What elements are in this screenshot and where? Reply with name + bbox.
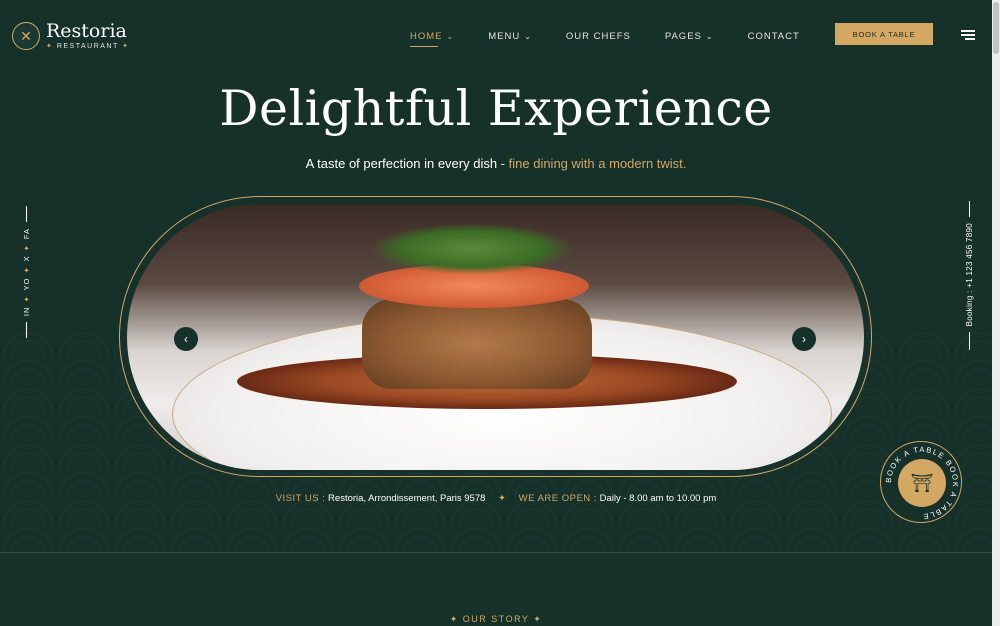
main-nav: HOME ⌄ MENU ⌄ OUR CHEFS PAGES ⌄ CONTACT: [410, 31, 800, 47]
nav-item-pages[interactable]: PAGES ⌄: [665, 31, 714, 42]
chevron-left-icon: ‹: [184, 332, 188, 346]
chevron-down-icon: ⌄: [524, 32, 532, 41]
social-link-yo[interactable]: YO: [22, 278, 31, 291]
social-links: IN ✦ YO ✦ X ✦ FA: [18, 206, 34, 339]
opening-hours: Daily - 8.00 am to 10.00 pm: [599, 493, 717, 504]
restaurant-table-icon: ⛩: [898, 459, 946, 507]
brand-subtitle: RESTAURANT: [56, 43, 119, 50]
visit-label: VISIT US :: [275, 493, 326, 504]
booking-phone: Booking : +1 123 456 7890: [961, 201, 977, 351]
contact-info-line: VISIT US : Restoria, Arrondissement, Par…: [0, 493, 992, 504]
scrollbar[interactable]: [992, 0, 1000, 626]
fork-knife-icon: ✕: [12, 22, 40, 50]
hero-food-image: [127, 204, 864, 470]
booking-phone-text[interactable]: Booking : +1 123 456 7890: [965, 223, 974, 326]
nav-item-home[interactable]: HOME ⌄: [410, 31, 455, 47]
slider-next-button[interactable]: ›: [792, 327, 816, 351]
chevron-down-icon: ⌄: [446, 32, 455, 41]
social-link-in[interactable]: IN: [22, 307, 31, 317]
social-link-x[interactable]: X: [22, 255, 31, 261]
chevron-down-icon: ⌄: [705, 32, 714, 41]
visit-address: Restoria, Arrondissement, Paris 9578: [328, 493, 486, 504]
brand-name: Restoria: [46, 20, 127, 42]
chevron-right-icon: ›: [802, 332, 806, 346]
our-story-label: ✦ OUR STORY ✦: [449, 614, 543, 624]
hero-title: Delightful Experience: [219, 80, 773, 137]
scrollbar-thumb[interactable]: [993, 2, 999, 54]
social-link-fa[interactable]: FA: [22, 228, 31, 239]
open-label: WE ARE OPEN :: [518, 493, 597, 504]
star-icon: ✦: [498, 493, 507, 504]
book-table-badge[interactable]: BOOK A TABLE BOOK A TABLE ⛩: [880, 441, 962, 523]
hamburger-menu-icon[interactable]: [961, 30, 975, 40]
book-a-table-button[interactable]: BOOK A TABLE: [835, 23, 933, 45]
nav-item-our-chefs[interactable]: OUR CHEFS: [566, 31, 631, 42]
nav-item-menu[interactable]: MENU ⌄: [488, 31, 532, 42]
nav-item-contact[interactable]: CONTACT: [748, 31, 800, 42]
slider-prev-button[interactable]: ‹: [174, 327, 198, 351]
brand-logo[interactable]: ✕ Restoria ✦ RESTAURANT ✦: [12, 22, 129, 50]
hero-subtitle: A taste of perfection in every dish - fi…: [305, 156, 687, 171]
